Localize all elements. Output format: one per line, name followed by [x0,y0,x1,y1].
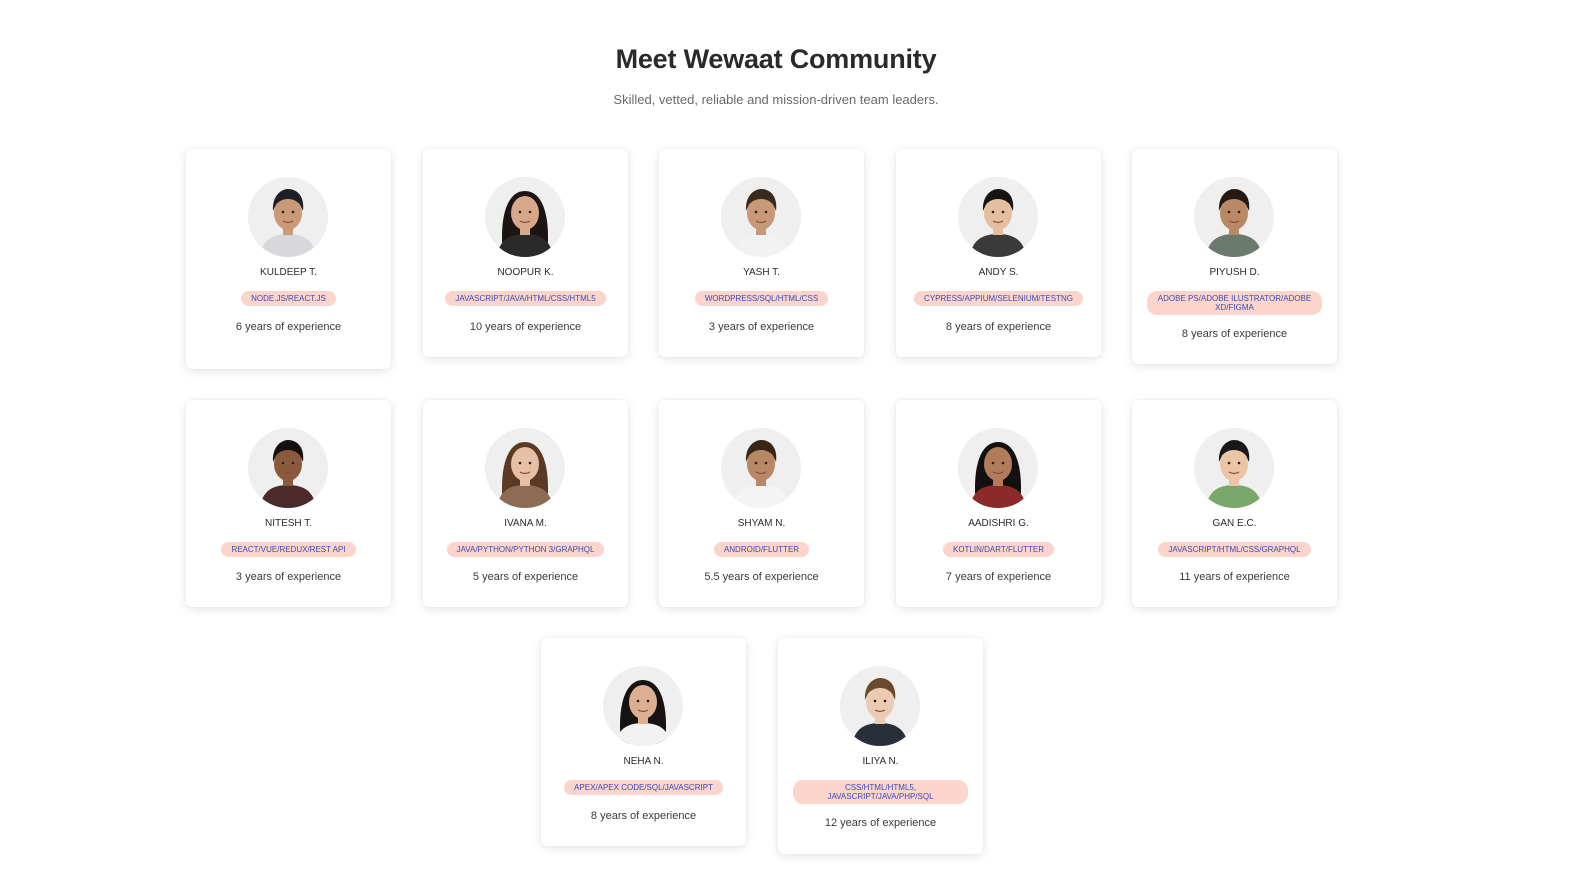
avatar [1194,177,1274,257]
skills-tag: REACT/VUE/REDUX/REST API [221,542,356,557]
experience-text: 6 years of experience [235,321,342,333]
skills-tag-wrapper: ANDROID/FLUTTER [667,542,856,557]
member-name: KULDEEP T. [260,267,317,278]
member-card[interactable]: GAN E.C. JAVASCRIPT/HTML/CSS/GRAPHQL 11 … [1132,400,1337,607]
person-photo-icon [721,177,801,257]
skills-tag-wrapper: JAVASCRIPT/HTML/CSS/GRAPHQL [1140,542,1329,557]
experience-text: 8 years of experience [945,321,1052,333]
page-subtitle: Skilled, vetted, reliable and mission-dr… [613,92,939,107]
member-card[interactable]: NOOPUR K. JAVASCRIPT/JAVA/HTML/CSS/HTML5… [423,149,628,357]
skills-tag: ADOBE PS/ADOBE ILUSTRATOR/ADOBE XD/FIGMA [1147,291,1322,315]
member-card[interactable]: IVANA M. JAVA/PYTHON/PYTHON 3/GRAPHQL 5 … [423,400,628,607]
experience-text: 3 years of experience [708,321,815,333]
skills-tag: ANDROID/FLUTTER [713,542,810,557]
page-title: Meet Wewaat Community [615,44,937,74]
experience-text: 5.5 years of experience [704,571,819,583]
experience-text: 10 years of experience [469,321,582,333]
skills-tag: NODE.JS/REACT.JS [241,291,336,306]
skills-tag-wrapper: NODE.JS/REACT.JS [194,291,383,306]
person-photo-icon [603,666,683,746]
person-photo-icon [958,177,1038,257]
avatar [485,428,565,508]
avatar [485,177,565,257]
avatar [1194,428,1274,508]
skills-tag: JAVA/PYTHON/PYTHON 3/GRAPHQL [446,542,605,557]
member-name: NEHA N. [623,756,664,767]
skills-tag: JAVASCRIPT/JAVA/HTML/CSS/HTML5 [445,291,606,306]
skills-tag: JAVASCRIPT/HTML/CSS/GRAPHQL [1158,542,1311,557]
member-card[interactable]: ILIYA N. CSS/HTML/HTML5, JAVASCRIPT/JAVA… [778,638,983,854]
skills-tag: APEX/APEX CODE/SQL/JAVASCRIPT [564,780,723,795]
skills-tag: CSS/HTML/HTML5, JAVASCRIPT/JAVA/PHP/SQL [793,780,968,804]
avatar [958,428,1038,508]
member-name: PIYUSH D. [1209,267,1260,278]
skills-tag-wrapper: JAVASCRIPT/JAVA/HTML/CSS/HTML5 [431,291,620,306]
person-photo-icon [1194,428,1274,508]
skills-tag-wrapper: KOTLIN/DART/FLUTTER [904,542,1093,557]
experience-text: 8 years of experience [1181,328,1288,340]
person-photo-icon [485,177,565,257]
member-name: SHYAM N. [737,518,786,529]
member-card[interactable]: YASH T. WORDPRESS/SQL/HTML/CSS 3 years o… [659,149,864,357]
skills-tag: CYPRESS/APPIUM/SELENIUM/TESTNG [914,291,1083,306]
skills-tag-wrapper: REACT/VUE/REDUX/REST API [194,542,383,557]
avatar [721,428,801,508]
experience-text: 8 years of experience [590,810,697,822]
person-photo-icon [485,428,565,508]
person-photo-icon [721,428,801,508]
skills-tag-wrapper: APEX/APEX CODE/SQL/JAVASCRIPT [549,780,738,795]
skills-tag-wrapper: WORDPRESS/SQL/HTML/CSS [667,291,856,306]
person-photo-icon [248,428,328,508]
person-photo-icon [248,177,328,257]
avatar [958,177,1038,257]
member-card[interactable]: AADISHRI G. KOTLIN/DART/FLUTTER 7 years … [896,400,1101,607]
skills-tag-wrapper: JAVA/PYTHON/PYTHON 3/GRAPHQL [431,542,620,557]
experience-text: 5 years of experience [472,571,579,583]
member-name: NOOPUR K. [497,267,554,278]
member-name: ILIYA N. [862,756,899,767]
skills-tag-wrapper: CSS/HTML/HTML5, JAVASCRIPT/JAVA/PHP/SQL [786,780,975,804]
experience-text: 7 years of experience [945,571,1052,583]
member-card[interactable]: ANDY S. CYPRESS/APPIUM/SELENIUM/TESTNG 8… [896,149,1101,357]
avatar [248,177,328,257]
skills-tag: WORDPRESS/SQL/HTML/CSS [694,291,829,306]
avatar [840,666,920,746]
member-card[interactable]: SHYAM N. ANDROID/FLUTTER 5.5 years of ex… [659,400,864,607]
person-photo-icon [1194,177,1274,257]
person-photo-icon [840,666,920,746]
member-card[interactable]: PIYUSH D. ADOBE PS/ADOBE ILUSTRATOR/ADOB… [1132,149,1337,364]
member-name: AADISHRI G. [968,518,1029,529]
skills-tag: KOTLIN/DART/FLUTTER [943,542,1054,557]
member-card[interactable]: KULDEEP T. NODE.JS/REACT.JS 6 years of e… [186,149,391,369]
member-name: GAN E.C. [1212,518,1257,529]
skills-tag-wrapper: ADOBE PS/ADOBE ILUSTRATOR/ADOBE XD/FIGMA [1140,291,1329,315]
experience-text: 3 years of experience [235,571,342,583]
avatar [721,177,801,257]
experience-text: 11 years of experience [1179,571,1290,583]
avatar [248,428,328,508]
avatar [603,666,683,746]
member-name: IVANA M. [504,518,547,529]
experience-text: 12 years of experience [824,817,937,829]
member-card[interactable]: NITESH T. REACT/VUE/REDUX/REST API 3 yea… [186,400,391,607]
skills-tag-wrapper: CYPRESS/APPIUM/SELENIUM/TESTNG [904,291,1093,306]
member-name: NITESH T. [264,518,313,529]
member-name: YASH T. [743,267,780,278]
person-photo-icon [958,428,1038,508]
member-name: ANDY S. [978,267,1019,278]
member-card[interactable]: NEHA N. APEX/APEX CODE/SQL/JAVASCRIPT 8 … [541,638,746,846]
